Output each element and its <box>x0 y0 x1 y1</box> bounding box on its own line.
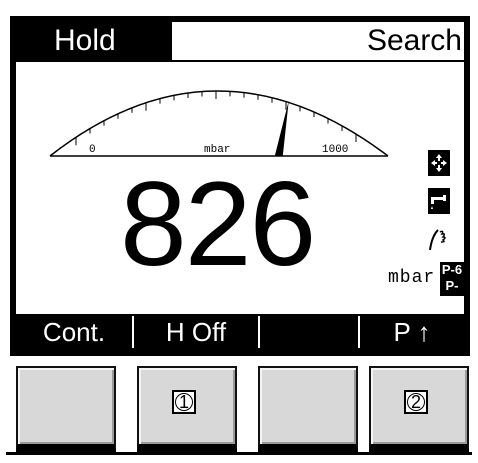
button-number-1-icon: 1 <box>172 390 196 414</box>
gauge-min-label: 0 <box>89 144 96 156</box>
faucet-icon <box>428 188 450 214</box>
softkey-button-2[interactable]: 1 <box>137 366 237 452</box>
lcd-display: Hold Search 0 mbar 1000 826 mbar P-6 P-1… <box>10 16 470 356</box>
gauge-needle <box>274 100 289 156</box>
search-mode-label: Search <box>366 24 462 57</box>
lcd-screen: Hold Search 0 mbar 1000 826 mbar P-6 P-1… <box>16 22 464 350</box>
pressure-spring-icon <box>429 229 446 251</box>
program-badge-line2: P-12 <box>444 278 460 309</box>
softkey-label-4: P ↑ <box>393 317 431 347</box>
program-badge-line1: P-6 <box>441 262 463 277</box>
pressure-gauge: 0 mbar 1000 <box>49 90 389 157</box>
softkey-label-2: H Off <box>165 317 227 347</box>
button-number-2-icon: 2 <box>404 390 428 414</box>
softkey-button-3[interactable] <box>258 366 358 452</box>
device-panel: Hold Search 0 mbar 1000 826 mbar P-6 P-1… <box>0 0 478 463</box>
panel-floor <box>6 452 472 455</box>
softkey-button-4[interactable]: 2 <box>369 366 469 452</box>
program-badge: P-6 P-12 <box>440 262 464 309</box>
pressure-value: 826 <box>120 157 316 291</box>
hold-mode-label: Hold <box>16 22 172 60</box>
softkey-label-bar: Cont. H Off P ↑ <box>16 314 464 350</box>
status-bar-divider <box>16 60 464 62</box>
softkey-label-3 <box>260 314 358 350</box>
gauge-max-label: 1000 <box>322 144 348 156</box>
softkey-label-1: Cont. <box>42 317 106 347</box>
pressure-unit: mbar <box>388 268 436 288</box>
gauge-unit-label: mbar <box>204 144 230 156</box>
softkey-button-1[interactable] <box>16 366 116 452</box>
rotation-arrows-icon <box>428 150 450 176</box>
status-bar: Hold Search <box>16 22 464 60</box>
gauge-ticks <box>75 91 357 146</box>
